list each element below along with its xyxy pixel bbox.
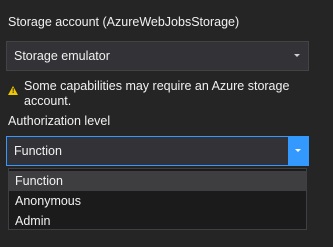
warning-text: Some capabilities may require an Azure s… <box>24 79 290 108</box>
authorization-level-label: Authorization level <box>8 114 111 128</box>
chevron-down-icon <box>294 54 300 57</box>
authorization-level-dropdown: Function Anonymous Admin <box>8 168 307 230</box>
dropdown-toggle-button[interactable] <box>288 137 308 165</box>
storage-account-value: Storage emulator <box>14 49 110 63</box>
chevron-down-icon <box>295 149 301 152</box>
warning-icon: ! <box>8 86 18 95</box>
dropdown-option-admin[interactable]: Admin <box>9 211 306 231</box>
function-settings-panel: Storage account (AzureWebJobsStorage) St… <box>0 0 333 247</box>
authorization-level-value: Function <box>14 144 62 158</box>
storage-account-label: Storage account (AzureWebJobsStorage) <box>8 15 240 29</box>
dropdown-option-function[interactable]: Function <box>9 171 306 191</box>
storage-account-select[interactable]: Storage emulator <box>6 41 309 71</box>
authorization-level-select[interactable]: Function <box>6 136 309 166</box>
dropdown-option-anonymous[interactable]: Anonymous <box>9 191 306 211</box>
